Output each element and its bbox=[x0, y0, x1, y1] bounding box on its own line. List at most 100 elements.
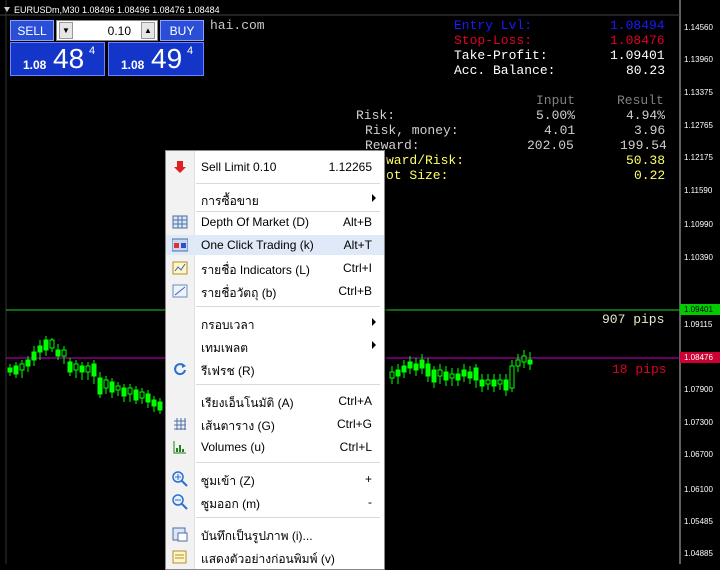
menu-item-zoom-out[interactable]: ซูมออก (m) - bbox=[166, 492, 384, 512]
candle-body bbox=[133, 389, 139, 401]
buy-price-fraction: 4 bbox=[187, 45, 194, 57]
menu-shortcut: - bbox=[368, 495, 372, 509]
lot-size-label: ot Size: bbox=[386, 168, 449, 183]
menu-item-save-as-picture[interactable]: บันทึกเป็นรูปภาพ (i)... bbox=[166, 524, 384, 544]
menu-shortcut: Alt+T bbox=[343, 238, 372, 252]
stop-loss-price-tag: 1.08476 bbox=[680, 352, 720, 363]
risk-money-label: Risk, money: bbox=[365, 123, 459, 138]
lot-size-input[interactable] bbox=[77, 23, 131, 38]
menu-label: One Click Trading (k) bbox=[201, 238, 314, 252]
candle-body bbox=[37, 345, 43, 353]
menu-label: ซูมเข้า (Z) bbox=[201, 474, 255, 488]
candle-body bbox=[431, 369, 437, 383]
buy-button[interactable]: BUY bbox=[160, 20, 204, 41]
candle-body bbox=[151, 399, 157, 407]
menu-item-objects-list[interactable]: รายชื่อวัตถุ (b) Ctrl+B bbox=[166, 281, 384, 301]
menu-shortcut: 1.12265 bbox=[328, 160, 372, 174]
lot-size-stepper[interactable]: ▼ ▲ bbox=[56, 20, 158, 41]
grid-icon bbox=[172, 416, 188, 432]
candle-body bbox=[401, 365, 407, 373]
menu-item-auto-scroll[interactable]: เรียงเอ็นโนมัติ (A) Ctrl+A bbox=[166, 391, 384, 411]
candle-body bbox=[25, 359, 31, 367]
menu-shortcut: Ctrl+A bbox=[338, 394, 372, 408]
symbol-dropdown-icon[interactable] bbox=[4, 7, 10, 12]
candle-body bbox=[503, 379, 509, 391]
candle-body bbox=[443, 371, 449, 381]
broker-watermark: hai.com bbox=[210, 18, 265, 33]
menu-item-template[interactable]: เทมเพลต bbox=[166, 336, 384, 356]
menu-item-grid[interactable]: เส้นตาราง (G) Ctrl+G bbox=[166, 414, 384, 434]
candle-body bbox=[7, 367, 13, 373]
candle-body bbox=[509, 365, 515, 389]
stop-loss-value: 1.08476 bbox=[610, 33, 665, 48]
sell-price-fraction: 4 bbox=[89, 45, 96, 57]
menu-shortcut: Ctrl+B bbox=[338, 284, 372, 298]
menu-label: ซูมออก (m) bbox=[201, 497, 261, 511]
entry-level-label: Entry Lvl: bbox=[454, 18, 533, 33]
candle-body bbox=[455, 373, 461, 381]
price-axis-label: 1.10390 bbox=[684, 253, 713, 262]
candle-body bbox=[67, 361, 73, 373]
sell-button[interactable]: SELL bbox=[10, 20, 54, 41]
candle-body bbox=[115, 385, 121, 391]
depth-of-market-icon bbox=[172, 214, 188, 230]
lot-increase-icon[interactable]: ▲ bbox=[141, 22, 155, 39]
price-axis-label: 1.04885 bbox=[684, 549, 713, 558]
candle-body bbox=[31, 351, 37, 361]
price-axis-label: 1.13960 bbox=[684, 55, 713, 64]
menu-item-zoom-in[interactable]: ซูมเข้า (Z) + bbox=[166, 469, 384, 489]
menu-label: เส้นตาราง (G) bbox=[201, 419, 275, 433]
buy-price-prefix: 1.08 bbox=[121, 58, 145, 72]
menu-item-print-preview[interactable]: แสดงตัวอย่างก่อนพิมพ์ (v) bbox=[166, 547, 384, 567]
candle-body bbox=[97, 377, 103, 395]
price-axis-label: 1.06700 bbox=[684, 450, 713, 459]
menu-item-timeframe[interactable]: กรอบเวลา bbox=[166, 313, 384, 333]
price-axis-label: 1.12175 bbox=[684, 153, 713, 162]
menu-item-indicators-list[interactable]: รายชื่อ Indicators (L) Ctrl+I bbox=[166, 258, 384, 278]
price-axis-label: 1.10990 bbox=[684, 220, 713, 229]
candle-body bbox=[461, 369, 467, 377]
candle-body bbox=[413, 363, 419, 371]
menu-label: กรอบเวลา bbox=[201, 318, 255, 332]
candle-body bbox=[425, 363, 431, 377]
candle-body bbox=[419, 359, 425, 369]
menu-item-volumes[interactable]: Volumes (u) Ctrl+L bbox=[166, 437, 384, 457]
reward-result: 199.54 bbox=[620, 138, 667, 153]
menu-separator bbox=[196, 384, 380, 385]
menu-label: Depth Of Market (D) bbox=[201, 215, 310, 229]
chart-context-menu: Sell Limit 0.10 1.12265 การซื้อขาย Depth… bbox=[165, 150, 385, 570]
candle-body bbox=[473, 367, 479, 381]
result-column-header: Result bbox=[617, 93, 664, 108]
reward-input: 202.05 bbox=[527, 138, 574, 153]
menu-item-one-click-trading[interactable]: One Click Trading (k) Alt+T bbox=[166, 235, 384, 255]
refresh-icon bbox=[172, 361, 188, 377]
zoom-in-icon bbox=[172, 471, 188, 487]
price-axis-label: 1.12765 bbox=[684, 121, 713, 130]
candle-body bbox=[437, 369, 443, 377]
stop-loss-pips: 18 pips bbox=[612, 362, 667, 377]
candle-body bbox=[49, 339, 55, 349]
candle-body bbox=[395, 369, 401, 377]
candle-body bbox=[467, 371, 473, 379]
menu-shortcut: Ctrl+I bbox=[342, 261, 372, 275]
menu-label: แสดงตัวอย่างก่อนพิมพ์ (v) bbox=[201, 552, 335, 566]
lot-size-value: 0.22 bbox=[634, 168, 666, 183]
candle-body bbox=[491, 379, 497, 387]
candle-body bbox=[479, 379, 485, 387]
risk-money-input: 4.01 bbox=[544, 123, 576, 138]
sell-price-button[interactable]: 1.08 48 4 bbox=[10, 42, 105, 76]
menu-item-depth-of-market[interactable]: Depth Of Market (D) Alt+B bbox=[166, 212, 384, 232]
submenu-arrow-icon bbox=[372, 194, 376, 202]
menu-shortcut: Alt+B bbox=[342, 215, 372, 229]
menu-item-trading[interactable]: การซื้อขาย bbox=[166, 189, 384, 209]
menu-item-sell-limit[interactable]: Sell Limit 0.10 1.12265 bbox=[166, 157, 384, 177]
candle-body bbox=[43, 339, 49, 351]
candle-body bbox=[521, 355, 527, 363]
lot-decrease-icon[interactable]: ▼ bbox=[59, 22, 73, 39]
price-axis-label: 1.07900 bbox=[684, 385, 713, 394]
menu-label: การซื้อขาย bbox=[201, 194, 259, 208]
candle-body bbox=[407, 361, 413, 369]
candle-body bbox=[79, 365, 85, 373]
buy-price-button[interactable]: 1.08 49 4 bbox=[108, 42, 204, 76]
menu-item-refresh[interactable]: รีเฟรช (R) bbox=[166, 359, 384, 379]
